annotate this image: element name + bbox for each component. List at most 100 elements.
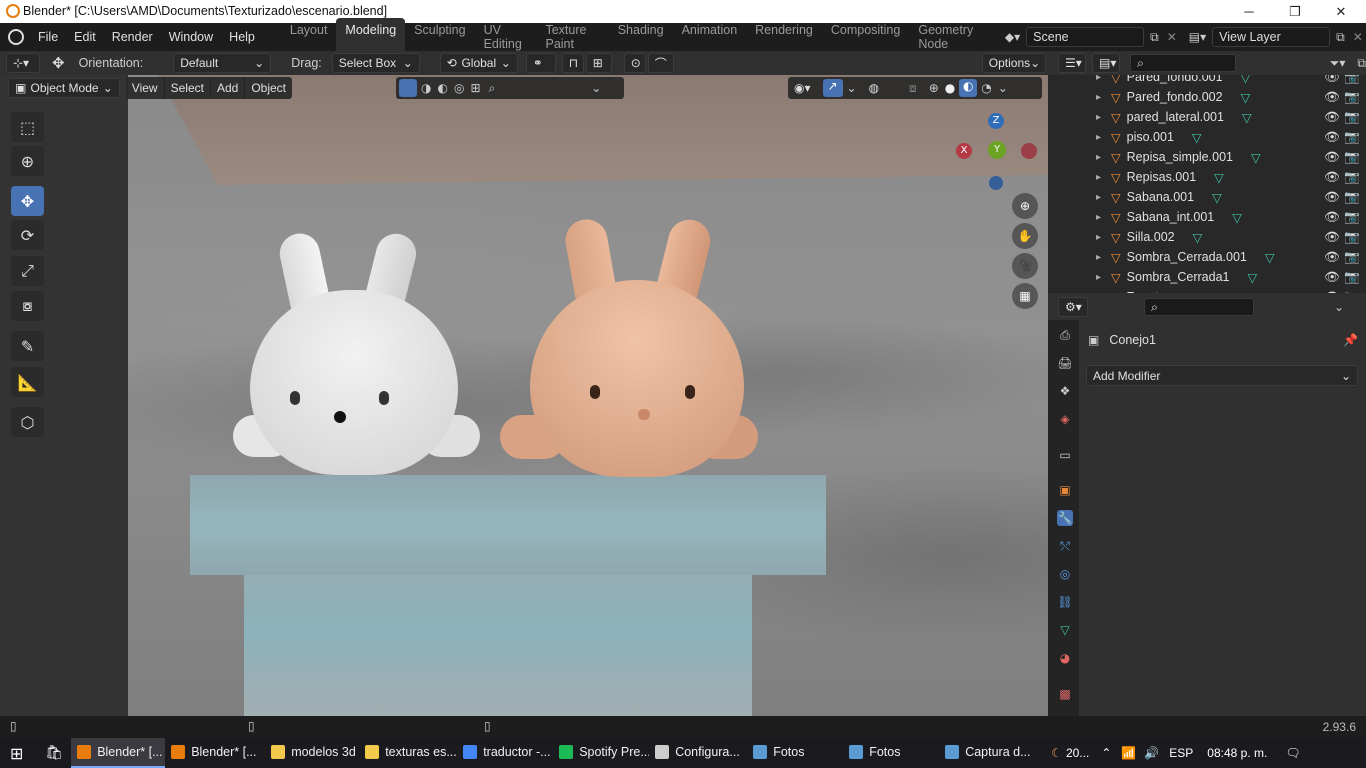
outliner-editor-type[interactable]: ☰▾ bbox=[1058, 53, 1086, 73]
outliner-item[interactable]: ▸ ▽ Pared_fondo.001 ▽ 👁 📷 bbox=[1048, 75, 1366, 87]
taskbar-app[interactable]: traductor -... bbox=[457, 738, 553, 768]
visibility-eye-icon[interactable]: 👁 bbox=[1324, 210, 1340, 225]
new-view-layer-icon[interactable]: ⧉ bbox=[1336, 30, 1345, 45]
volume-icon[interactable]: 🔊 bbox=[1144, 746, 1159, 760]
render-camera-icon[interactable]: 📷 bbox=[1344, 190, 1360, 205]
menu-help[interactable]: Help bbox=[221, 30, 263, 44]
render-camera-icon[interactable]: 📷 bbox=[1344, 230, 1360, 245]
3d-viewport[interactable]: ▣ Object Mode ⌄ View Select Add Object ◑ ◐… bbox=[0, 75, 1048, 716]
notifications-icon[interactable]: 🗨 bbox=[1285, 746, 1300, 760]
display-mode-dropdown[interactable]: ▤▾ bbox=[1092, 53, 1120, 73]
world-tab-icon[interactable]: ▭ bbox=[1057, 447, 1073, 463]
mode-dropdown[interactable]: ▣ Object Mode ⌄ bbox=[8, 78, 120, 98]
menu-add[interactable]: Add bbox=[211, 77, 246, 99]
visibility-eye-icon[interactable]: 👁 bbox=[1324, 250, 1340, 265]
particles-tab-icon[interactable]: ⤲ bbox=[1057, 538, 1073, 554]
physics-tab-icon[interactable]: ◎ bbox=[1057, 566, 1073, 582]
outliner-item[interactable]: ▸ ▽ Silla.002 ▽ 👁 📷 bbox=[1048, 227, 1366, 247]
transform-tool[interactable]: ⧇ bbox=[11, 291, 44, 321]
perspective-toggle-button[interactable]: ▦ bbox=[1012, 283, 1038, 309]
gizmo-neg-x-axis[interactable] bbox=[1021, 143, 1037, 159]
outliner-item[interactable]: ▸ ▽ Sombra_Cerrada.001 ▽ 👁 📷 bbox=[1048, 247, 1366, 267]
search-icon[interactable]: ⌕ bbox=[489, 81, 496, 96]
expand-arrow-icon[interactable]: ▸ bbox=[1096, 252, 1101, 263]
outliner-item[interactable]: ▸ ▽ Repisa_simple.001 ▽ 👁 📷 bbox=[1048, 147, 1366, 167]
select-invert-icon[interactable]: ◎ bbox=[454, 81, 464, 95]
shading-wireframe-icon[interactable]: ⊕ bbox=[929, 81, 939, 95]
render-camera-icon[interactable]: 📷 bbox=[1344, 150, 1360, 165]
render-camera-icon[interactable]: 📷 bbox=[1344, 250, 1360, 265]
output-tab-icon[interactable]: 🖨 bbox=[1057, 355, 1073, 371]
move-tool[interactable]: ✥ bbox=[11, 186, 44, 216]
expand-arrow-icon[interactable]: ▸ bbox=[1096, 272, 1101, 283]
taskbar-app[interactable]: Configura... bbox=[649, 738, 747, 768]
editor-type-dropdown[interactable]: ⊹▾ bbox=[6, 53, 40, 73]
gizmo-z-axis[interactable]: Z bbox=[988, 113, 1004, 129]
scene-tab-icon[interactable]: ◈ bbox=[1057, 411, 1073, 427]
outliner-item[interactable]: ▸ ▽ Repisas.001 ▽ 👁 📷 bbox=[1048, 167, 1366, 187]
scene-icon[interactable]: ◆▾ bbox=[1005, 30, 1020, 44]
start-button[interactable]: ⊞ bbox=[10, 744, 23, 763]
expand-arrow-icon[interactable]: ▸ bbox=[1096, 132, 1101, 143]
outliner-search-input[interactable]: ⌕ bbox=[1130, 54, 1236, 72]
gizmo-toggle-icon[interactable]: ↗ bbox=[822, 79, 843, 97]
shading-rendered-icon[interactable]: ◔ bbox=[981, 81, 991, 95]
select-box-tool[interactable]: ⬚ bbox=[11, 112, 44, 142]
visibility-eye-icon[interactable]: 👁 bbox=[1324, 230, 1340, 245]
taskbar-app[interactable]: Fotos bbox=[843, 738, 939, 768]
render-camera-icon[interactable]: 📷 bbox=[1344, 90, 1360, 105]
properties-editor-type[interactable]: ⚙▾ bbox=[1058, 297, 1088, 317]
render-camera-icon[interactable]: 📷 bbox=[1344, 130, 1360, 145]
orientation-dropdown[interactable]: Default ⌄ bbox=[173, 53, 272, 73]
menu-edit[interactable]: Edit bbox=[66, 30, 104, 44]
dropdown-toggle-icon[interactable]: ⌄ bbox=[591, 81, 601, 95]
minimize-button[interactable]: ─ bbox=[1226, 0, 1272, 23]
measure-tool[interactable]: 📐 bbox=[11, 367, 44, 397]
select-new-icon[interactable] bbox=[399, 79, 417, 97]
expand-arrow-icon[interactable]: ▸ bbox=[1096, 192, 1101, 203]
expand-arrow-icon[interactable]: ▸ bbox=[1096, 212, 1101, 223]
visibility-icon[interactable]: ◉▾ bbox=[794, 81, 811, 95]
rotate-tool[interactable]: ⟳ bbox=[11, 220, 44, 250]
shading-dropdown-icon[interactable]: ⌄ bbox=[998, 81, 1008, 95]
outliner-item[interactable]: ▸ ▽ pared_lateral.001 ▽ 👁 📷 bbox=[1048, 107, 1366, 127]
modifier-tab-icon[interactable]: 🔧 bbox=[1057, 510, 1073, 526]
visibility-eye-icon[interactable]: 👁 bbox=[1324, 75, 1340, 85]
new-scene-icon[interactable]: ⧉ bbox=[1150, 30, 1159, 45]
menu-window[interactable]: Window bbox=[161, 30, 221, 44]
navigation-gizmo[interactable]: Z Y X bbox=[955, 113, 1041, 193]
options-dropdown[interactable]: Options ⌄ bbox=[981, 53, 1046, 73]
render-tab-icon[interactable]: ⎙ bbox=[1057, 327, 1073, 343]
taskbar-app[interactable]: Blender* [... bbox=[165, 738, 265, 768]
cursor-tool[interactable]: ⊕ bbox=[11, 146, 44, 176]
visibility-eye-icon[interactable]: 👁 bbox=[1324, 130, 1340, 145]
properties-search-input[interactable]: ⌕ bbox=[1144, 298, 1254, 316]
filter-icon[interactable]: ⏷▾ bbox=[1330, 56, 1346, 71]
drag-dropdown[interactable]: Select Box ⌄ bbox=[331, 53, 420, 73]
taskbar-app[interactable]: texturas es... bbox=[359, 738, 457, 768]
expand-arrow-icon[interactable]: ▸ bbox=[1096, 172, 1101, 183]
menu-render[interactable]: Render bbox=[104, 30, 161, 44]
taskbar-app[interactable]: Spotify Pre... bbox=[553, 738, 649, 768]
expand-arrow-icon[interactable]: ▸ bbox=[1096, 232, 1101, 243]
view-layer-icon[interactable]: ▤▾ bbox=[1189, 30, 1206, 44]
visibility-eye-icon[interactable]: 👁 bbox=[1324, 110, 1340, 125]
visibility-eye-icon[interactable]: 👁 bbox=[1324, 270, 1340, 285]
scale-tool[interactable]: ⤢ bbox=[11, 256, 44, 286]
scene-field[interactable]: Scene bbox=[1026, 27, 1145, 47]
proportional-falloff-dropdown[interactable]: ⌒ bbox=[647, 53, 674, 73]
expand-arrow-icon[interactable]: ▸ bbox=[1096, 92, 1101, 103]
close-button[interactable]: ✕ bbox=[1318, 0, 1364, 23]
snap-toggle[interactable]: ⊓ bbox=[561, 53, 584, 73]
gizmo-x-axis[interactable]: X bbox=[956, 143, 972, 159]
blender-menu-icon[interactable] bbox=[8, 29, 24, 45]
transform-orientation-dropdown[interactable]: ⟲ Global ⌄ bbox=[439, 53, 518, 73]
expand-arrow-icon[interactable]: ▸ bbox=[1096, 75, 1101, 83]
outliner-item[interactable]: ▸ ▽ Pared_fondo.002 ▽ 👁 📷 bbox=[1048, 87, 1366, 107]
data-tab-icon[interactable]: ▽ bbox=[1057, 622, 1073, 638]
material-tab-icon[interactable]: ◕ bbox=[1057, 650, 1073, 666]
chevron-down-icon[interactable]: ⌄ bbox=[1334, 300, 1344, 314]
expand-arrow-icon[interactable]: ▸ bbox=[1096, 112, 1101, 123]
menu-select[interactable]: Select bbox=[165, 77, 211, 99]
render-camera-icon[interactable]: 📷 bbox=[1344, 270, 1360, 285]
